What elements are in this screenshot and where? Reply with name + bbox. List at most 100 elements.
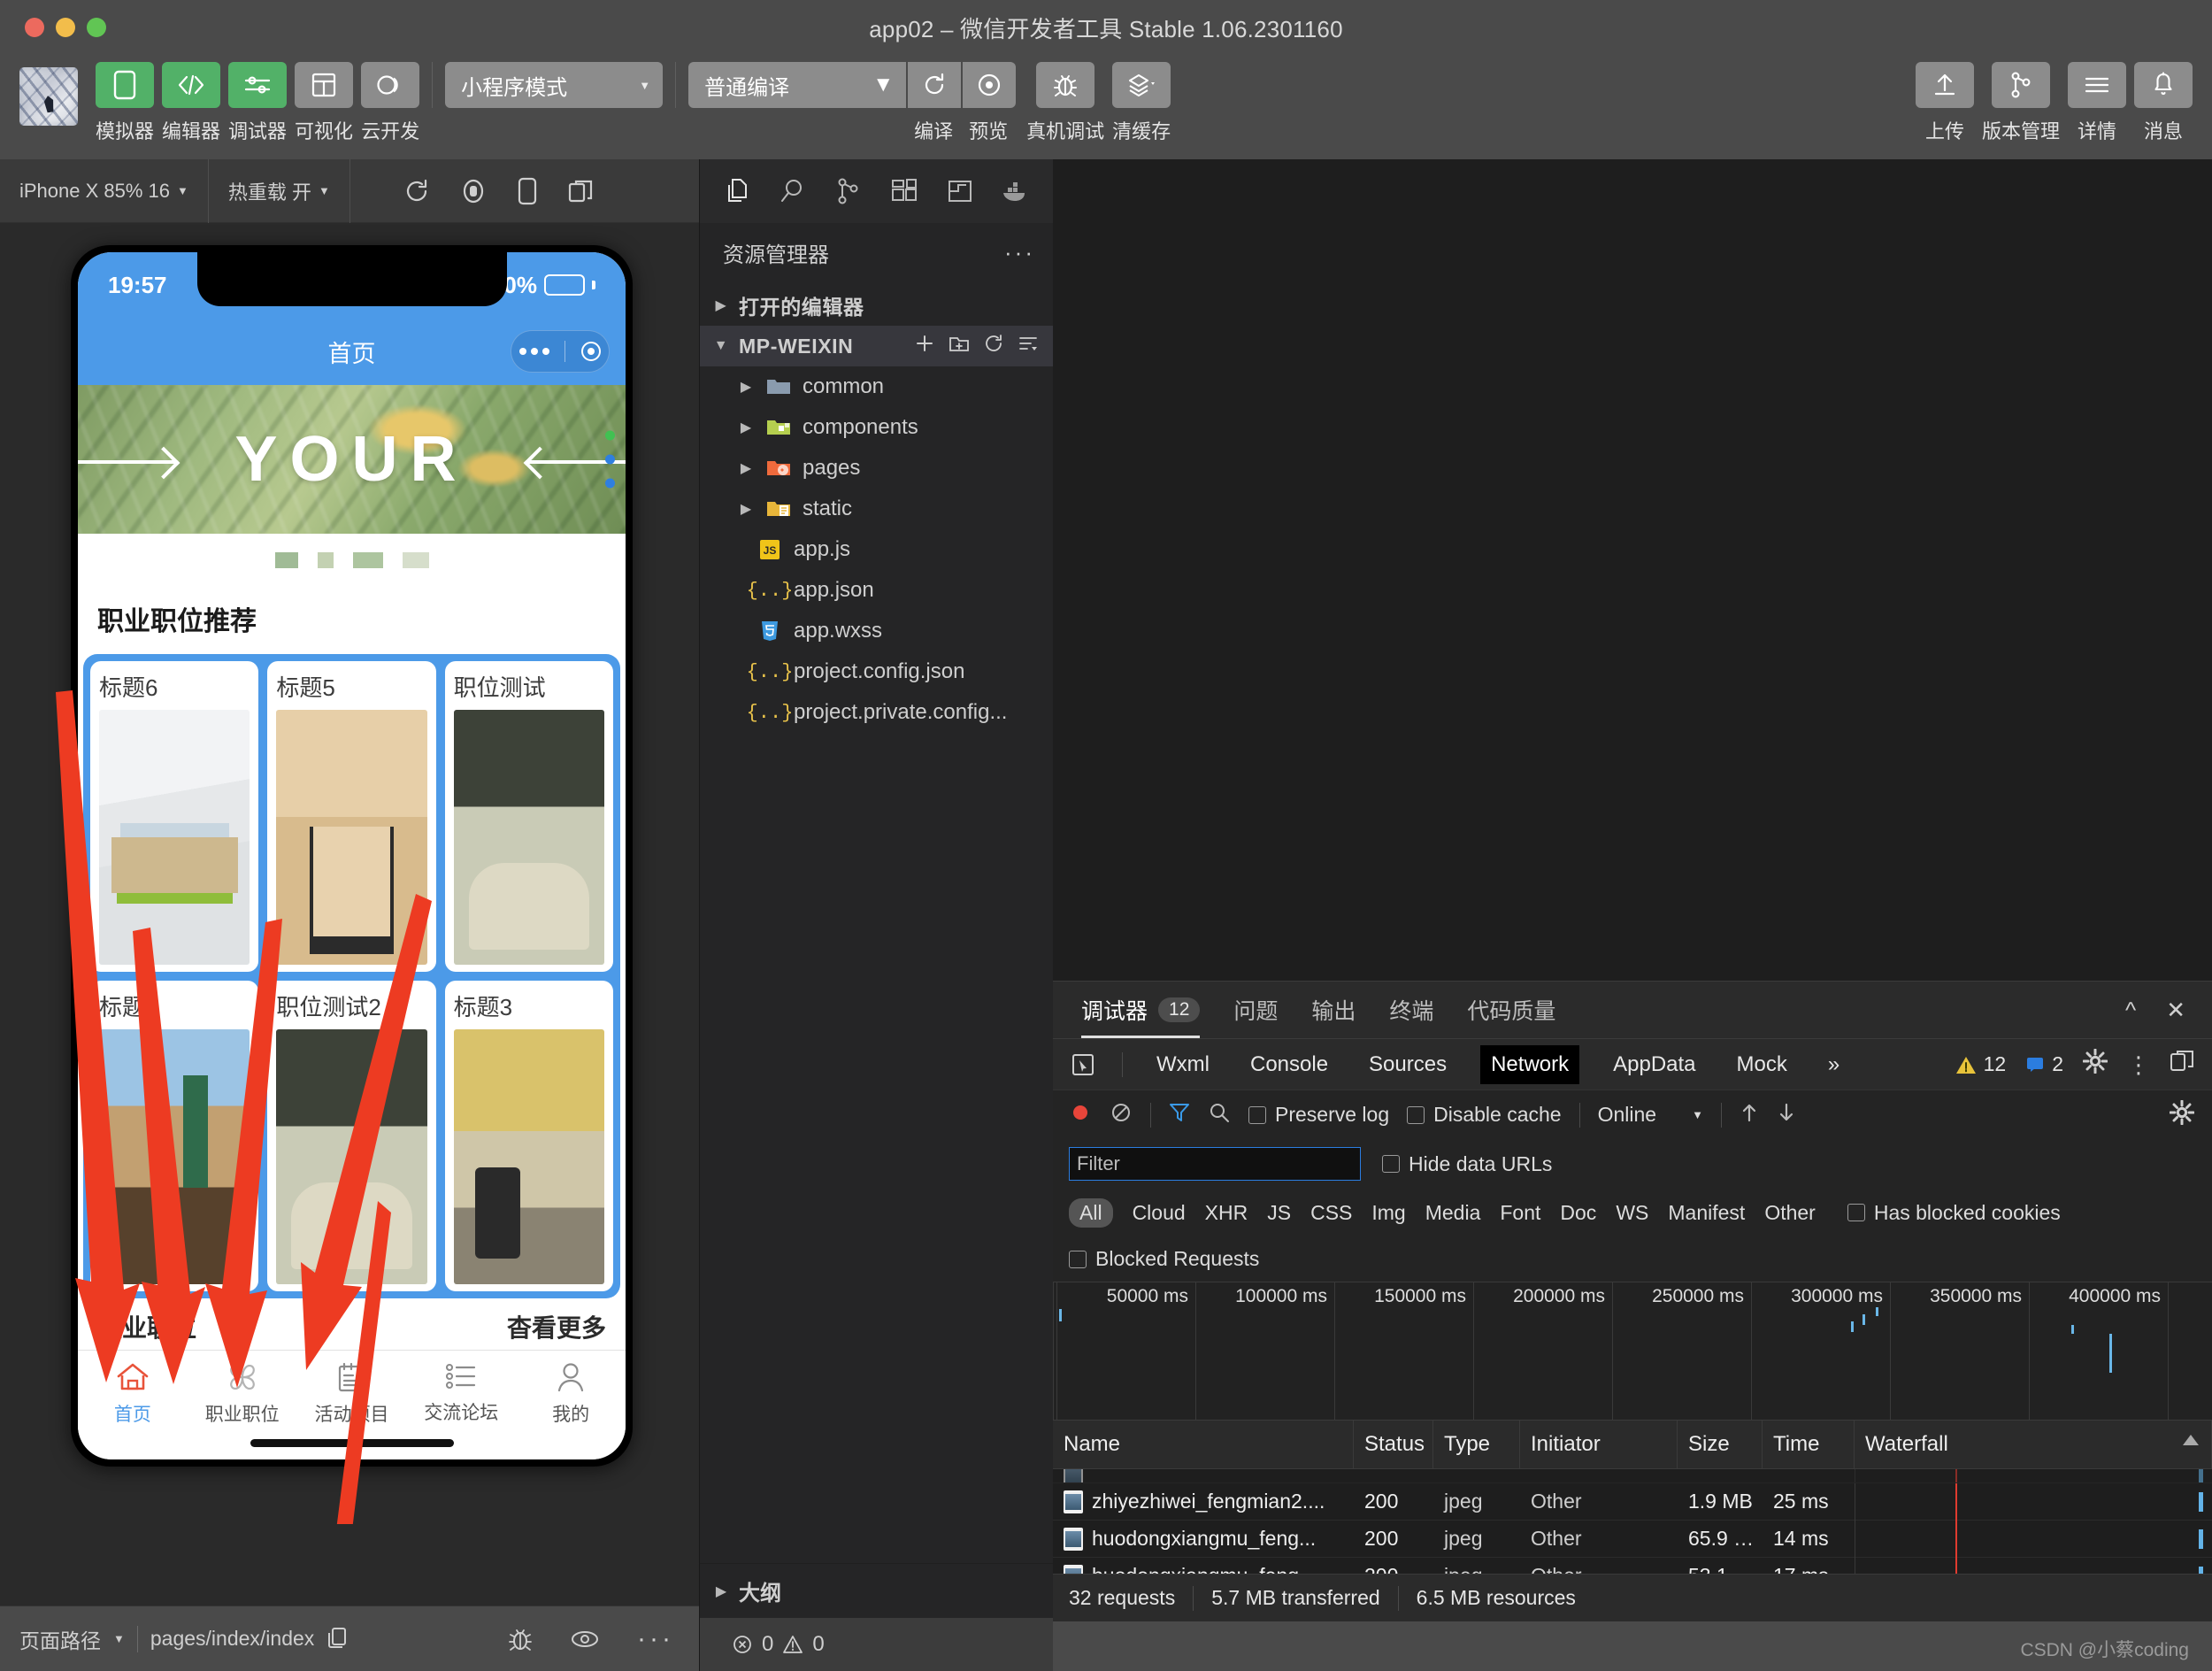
tree-project-root[interactable]: ▼ MP-WEIXIN bbox=[700, 326, 1053, 366]
extensions-icon[interactable] bbox=[877, 159, 933, 223]
toolbar-button-simulator[interactable]: 模拟器 bbox=[96, 62, 154, 144]
type-filter-xhr[interactable]: XHR bbox=[1205, 1201, 1248, 1225]
problems-status[interactable]: 0 0 bbox=[700, 1618, 1053, 1671]
inspect-icon[interactable] bbox=[1071, 1052, 1095, 1077]
throttle-select[interactable]: Online ▼ bbox=[1598, 1103, 1703, 1127]
job-card[interactable]: 标题4 bbox=[90, 981, 259, 1291]
home-banner[interactable]: YOUR bbox=[78, 385, 626, 534]
tree-item-common[interactable]: ▶ common bbox=[700, 366, 1053, 407]
panel-tab-output[interactable]: 输出 bbox=[1311, 982, 1356, 1038]
network-settings-icon[interactable] bbox=[2169, 1099, 2195, 1130]
tree-item-components[interactable]: ▶ components bbox=[700, 407, 1053, 448]
toolbar-action-realdevice[interactable]: 真机调试 bbox=[1026, 62, 1104, 144]
bug-icon[interactable] bbox=[508, 1626, 533, 1652]
tab-home[interactable]: 首页 bbox=[78, 1361, 188, 1427]
warning-indicator[interactable]: 12 bbox=[1955, 1052, 2006, 1076]
chevron-down-icon[interactable]: ▼ bbox=[113, 1632, 125, 1645]
type-filter-css[interactable]: CSS bbox=[1310, 1201, 1352, 1225]
job-card[interactable]: 标题3 bbox=[444, 981, 613, 1291]
filter-input[interactable]: Filter bbox=[1069, 1147, 1361, 1181]
more-vertical-icon[interactable]: ⋮ bbox=[2127, 1053, 2150, 1076]
toolbar-action-compile[interactable]: 编译 bbox=[906, 62, 962, 144]
close-icon[interactable]: ✕ bbox=[2166, 997, 2185, 1024]
search-icon[interactable] bbox=[764, 159, 820, 223]
docker-icon[interactable] bbox=[988, 159, 1044, 223]
record-icon[interactable] bbox=[460, 178, 487, 204]
gear-icon[interactable] bbox=[2082, 1048, 2108, 1080]
new-folder-icon[interactable] bbox=[949, 334, 970, 358]
panel-tab-debugger[interactable]: 调试器 12 bbox=[1081, 982, 1201, 1038]
eye-icon[interactable] bbox=[570, 1629, 600, 1650]
devtools-tab-console[interactable]: Console bbox=[1243, 1049, 1335, 1081]
column-time[interactable]: Time bbox=[1763, 1421, 1855, 1468]
maximize-window-button[interactable] bbox=[87, 18, 106, 37]
tree-item-project-private-config[interactable]: {..} project.private.config... bbox=[700, 692, 1053, 733]
tree-item-app-json[interactable]: {..} app.json bbox=[700, 570, 1053, 611]
filter-icon[interactable] bbox=[1169, 1101, 1190, 1129]
table-row[interactable]: huodongxiangmu_feng... 200 jpeg Other 65… bbox=[1053, 1520, 2212, 1558]
job-card[interactable]: 职位测试 bbox=[444, 661, 613, 972]
rotate-icon[interactable] bbox=[517, 177, 538, 205]
hot-reload-select[interactable]: 热重载 开 ▼ bbox=[207, 158, 349, 223]
toolbar-button-visual[interactable]: 可视化 bbox=[295, 62, 353, 144]
mode-select[interactable]: 小程序模式 ▼ bbox=[445, 62, 664, 108]
panel-tab-codequality[interactable]: 代码质量 bbox=[1467, 982, 1555, 1038]
dock-icon[interactable] bbox=[2170, 1050, 2194, 1079]
blocked-requests-checkbox[interactable]: Blocked Requests bbox=[1069, 1247, 1259, 1271]
type-filter-font[interactable]: Font bbox=[1500, 1201, 1540, 1225]
devtools-tab-mock[interactable]: Mock bbox=[1730, 1049, 1794, 1081]
tree-item-app-wxss[interactable]: app.wxss bbox=[700, 611, 1053, 651]
toolbar-button-editor[interactable]: 编辑器 bbox=[162, 62, 220, 144]
column-type[interactable]: Type bbox=[1433, 1421, 1520, 1468]
has-blocked-cookies-checkbox[interactable]: Has blocked cookies bbox=[1847, 1201, 2061, 1225]
record-network-button[interactable] bbox=[1069, 1101, 1092, 1129]
import-har-icon[interactable] bbox=[1740, 1101, 1759, 1129]
tree-item-app-js[interactable]: JS app.js bbox=[700, 529, 1053, 570]
type-filter-media[interactable]: Media bbox=[1425, 1201, 1481, 1225]
view-more-link[interactable]: 杳看更多 bbox=[507, 1309, 606, 1344]
compile-select[interactable]: 普通编译 ▼ bbox=[688, 62, 907, 108]
search-network-icon[interactable] bbox=[1208, 1101, 1231, 1129]
devtools-tab-wxml[interactable]: Wxml bbox=[1149, 1049, 1217, 1081]
type-filter-js[interactable]: JS bbox=[1267, 1201, 1291, 1225]
message-indicator[interactable]: 2 bbox=[2025, 1052, 2063, 1076]
toolbar-button-detail[interactable]: 详情 bbox=[2068, 62, 2126, 144]
job-card[interactable]: 标题5 bbox=[267, 661, 436, 972]
devtools-tab-overflow[interactable]: » bbox=[1821, 1049, 1847, 1081]
table-row[interactable]: zhiyezhiwei_fengmian2.... 200 jpeg Other… bbox=[1053, 1482, 2212, 1521]
collapse-icon[interactable] bbox=[1018, 334, 1039, 358]
table-row[interactable] bbox=[1053, 1469, 2212, 1483]
toolbar-button-upload[interactable]: 上传 bbox=[1915, 62, 1974, 144]
tree-item-static[interactable]: ▶ static bbox=[700, 489, 1053, 529]
export-har-icon[interactable] bbox=[1777, 1101, 1796, 1129]
panel-tab-problems[interactable]: 问题 bbox=[1233, 982, 1278, 1038]
collapse-icon[interactable]: ^ bbox=[2125, 997, 2136, 1024]
column-waterfall[interactable]: Waterfall bbox=[1855, 1421, 2212, 1468]
type-filter-img[interactable]: Img bbox=[1371, 1201, 1405, 1225]
files-icon[interactable] bbox=[709, 159, 764, 223]
type-filter-cloud[interactable]: Cloud bbox=[1133, 1201, 1186, 1225]
type-filter-other[interactable]: Other bbox=[1764, 1201, 1816, 1225]
minimize-window-button[interactable] bbox=[56, 18, 75, 37]
toolbar-button-debugger[interactable]: 调试器 bbox=[228, 62, 287, 144]
column-status[interactable]: Status bbox=[1354, 1421, 1433, 1468]
tab-forum[interactable]: 交流论坛 bbox=[406, 1361, 516, 1425]
source-control-icon[interactable] bbox=[820, 159, 876, 223]
toolbar-action-preview[interactable]: 预览 bbox=[961, 62, 1017, 144]
type-filter-ws[interactable]: WS bbox=[1616, 1201, 1648, 1225]
job-card[interactable]: 职位测试2 bbox=[267, 981, 436, 1291]
network-request-list[interactable]: zhiyezhiwei_fengmian2.... 200 jpeg Other… bbox=[1053, 1469, 2212, 1574]
toolbar-action-clearcache[interactable]: 清缓存 bbox=[1112, 62, 1171, 144]
toolbar-button-cloud[interactable]: 云开发 bbox=[361, 62, 419, 144]
explorer-more-button[interactable]: ··· bbox=[1004, 239, 1035, 266]
debug-icon[interactable] bbox=[933, 159, 988, 223]
devtools-tab-network[interactable]: Network bbox=[1480, 1044, 1580, 1084]
refresh-icon[interactable] bbox=[403, 178, 430, 204]
toolbar-button-version[interactable]: 版本管理 bbox=[1982, 62, 2060, 144]
wechat-capsule[interactable] bbox=[511, 330, 610, 373]
type-filter-doc[interactable]: Doc bbox=[1560, 1201, 1596, 1225]
tree-item-pages[interactable]: ▶ pages bbox=[700, 448, 1053, 489]
table-row[interactable]: huodongxiangmu_feng... 200 jpeg Other 53… bbox=[1053, 1557, 2212, 1574]
close-window-button[interactable] bbox=[25, 18, 44, 37]
tab-jobs[interactable]: 职业职位 bbox=[188, 1361, 297, 1427]
